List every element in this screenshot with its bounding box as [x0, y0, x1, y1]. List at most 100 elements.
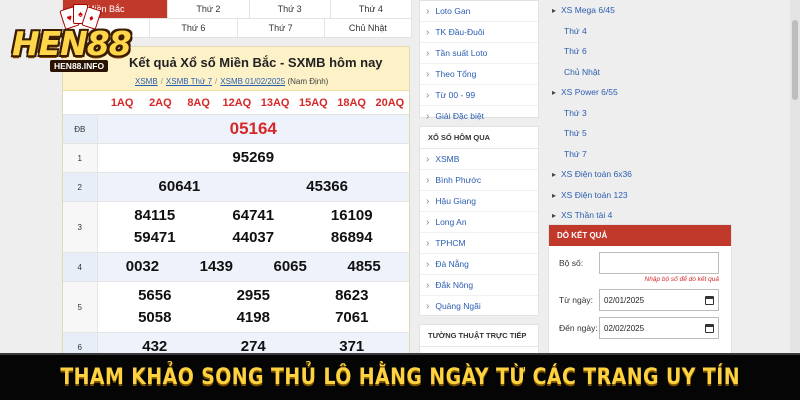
prize-number: 4198 [236, 309, 270, 326]
breadcrumb-region: (Nam Định) [287, 77, 329, 86]
yesterday-link[interactable]: XSMB [420, 149, 538, 170]
prize-label: 4 [63, 252, 98, 282]
breadcrumb-xsmb-date[interactable]: XSMB 01/02/2025 [220, 77, 285, 86]
prize-numbers: 84115 64741 16109 59471 44037 86894 [98, 202, 410, 252]
number-hint: Nhập bộ số để dò kết quả [644, 276, 719, 283]
lottery-day-link[interactable]: Thứ 5 [548, 123, 732, 144]
stats-link[interactable]: Tần suất Loto [420, 43, 538, 64]
yesterday-title: XỔ SỐ HÔM QUA [420, 127, 538, 149]
schedule-day-link[interactable]: Thứ 3 [250, 0, 331, 18]
stats-link[interactable]: Loto Gan [420, 1, 538, 22]
from-date-input[interactable]: 02/01/2025 [599, 289, 719, 311]
results-panel: Kết quả Xổ số Miền Bắc - SXMB hôm nay XS… [62, 46, 410, 391]
lottery-type-link[interactable]: XS Power 6/55 [548, 82, 732, 103]
prize-number: 16109 [330, 207, 373, 224]
schedule-day-link[interactable]: Thứ 2 [168, 0, 250, 18]
schedule-day-link[interactable]: Thứ 4 [331, 0, 412, 18]
site-logo[interactable]: ♥ ♠ ♦ HEN88 HEN88.INFO [2, 0, 132, 78]
prize-label: 2 [63, 172, 98, 202]
from-date-value: 02/01/2025 [604, 295, 645, 305]
ticket-code: 15AQ [299, 96, 328, 109]
prize-row: 4 0032 1439 6065 4855 [63, 252, 409, 282]
prize-row: ĐB 05164 [63, 115, 409, 144]
stats-link[interactable]: Giải Đặc biệt [420, 106, 538, 127]
prize-label: 1 [63, 143, 98, 173]
ticket-code: 8AQ [187, 96, 210, 109]
lottery-type-link[interactable]: XS Thần tài 4 [548, 205, 732, 226]
prize-number: 5058 [138, 309, 172, 326]
lottery-day-link[interactable]: Thứ 6 [548, 41, 732, 62]
yesterday-box: XỔ SỐ HÔM QUA XSMBBình PhướcHậu GiangLon… [419, 126, 539, 317]
middle-sidebar: Loto GanTK Đầu-ĐuôiTần suất LotoTheo Tổn… [419, 0, 539, 364]
banner-headline: THAM KHẢO SONG THỦ LÔ HẰNG NGÀY TỪ CÁC T… [60, 365, 740, 390]
live-title[interactable]: TƯỜNG THUẬT TRỰC TIẾP [420, 325, 538, 347]
prize-numbers: 5656 2955 8623 5058 4198 7061 [98, 282, 410, 332]
prize-numbers: 05164 [98, 115, 410, 143]
ticket-codes-row: 1AQ 2AQ 8AQ 12AQ 13AQ 15AQ 18AQ 20AQ [63, 91, 409, 115]
yesterday-link[interactable]: Long An [420, 212, 538, 233]
calendar-icon[interactable] [705, 295, 714, 305]
prize-numbers-cell: 60641 45366 [97, 172, 410, 202]
stats-link[interactable]: TK Đầu-Đuôi [420, 22, 538, 43]
prize-number: 86894 [330, 229, 373, 246]
prize-number: 45366 [306, 178, 348, 195]
schedule-day-link[interactable]: Thứ 7 [238, 19, 325, 37]
prize-numbers-cell: 84115 64741 16109 59471 44037 86894 [97, 201, 410, 253]
prize-label: ĐB [63, 115, 98, 144]
prize-number: 8623 [335, 287, 369, 304]
breadcrumb-xsmb-thu-7[interactable]: XSMB Thứ 7 [166, 77, 212, 86]
lottery-type-link[interactable]: XS Mega 6/45 [548, 0, 732, 21]
yesterday-link[interactable]: Quảng Ngãi [420, 296, 538, 317]
prize-row: 5 5656 2955 8623 5058 4198 7061 [63, 281, 410, 333]
breadcrumb-separator: / [160, 77, 163, 86]
yesterday-link[interactable]: Bình Phước [420, 170, 538, 191]
schedule-day-link[interactable]: Chủ Nhật [325, 19, 412, 37]
prize-number: 6065 [273, 258, 307, 275]
prize-number: 5656 [138, 287, 172, 304]
lottery-day-link[interactable]: Chủ Nhật [548, 62, 732, 83]
page-scrollbar[interactable] [790, 0, 800, 352]
stats-link[interactable]: Từ 00 - 99 [420, 85, 538, 106]
check-results-box: DÒ KẾT QUẢ Bộ số: Nhập bộ số để dò kết q… [548, 224, 732, 364]
lottery-type-link[interactable]: XS Điện toán 123 [548, 185, 732, 206]
lottery-day-link[interactable]: Thứ 4 [548, 21, 732, 42]
scrollbar-thumb[interactable] [792, 20, 798, 100]
stats-link[interactable]: Theo Tổng [420, 64, 538, 85]
ticket-code: 2AQ [149, 96, 172, 109]
yesterday-link[interactable]: Đà Nẵng [420, 254, 538, 275]
prize-numbers-cell: 95269 [97, 143, 409, 173]
lottery-day-link[interactable]: Thứ 7 [548, 144, 732, 165]
prize-number: 95269 [232, 149, 275, 166]
prize-label: 5 [63, 281, 98, 333]
prize-number: 4855 [347, 258, 381, 275]
prize-row: 1 95269 [63, 143, 409, 173]
promo-banner: THAM KHẢO SONG THỦ LÔ HẰNG NGÀY TỪ CÁC T… [0, 353, 800, 400]
ticket-code: 20AQ [375, 96, 405, 109]
prize-number: 2955 [236, 287, 270, 304]
ticket-code: 12AQ [222, 96, 252, 109]
number-input[interactable] [599, 252, 719, 274]
lottery-type-link[interactable]: XS Điện toán 6x36 [548, 164, 732, 185]
prize-number: 60641 [158, 178, 201, 195]
schedule-day-link[interactable]: Thứ 6 [150, 19, 238, 37]
calendar-icon[interactable] [705, 323, 714, 333]
yesterday-link[interactable]: TPHCM [420, 233, 538, 254]
prize-number: 64741 [232, 207, 275, 224]
logo-domain: HEN88.INFO [50, 60, 109, 72]
prize-numbers-cell: 05164 [97, 115, 409, 144]
to-date-input[interactable]: 02/02/2025 [599, 317, 719, 339]
number-label: Bộ số: [559, 258, 584, 268]
logo-wordmark: HEN88 [12, 24, 132, 63]
prize-number: 59471 [133, 229, 176, 246]
breadcrumb-xsmb[interactable]: XSMB [135, 77, 158, 86]
yesterday-link[interactable]: Hậu Giang [420, 191, 538, 212]
lottery-day-link[interactable]: Thứ 3 [548, 103, 732, 124]
prize-row: 3 84115 64741 16109 59471 44037 86894 [63, 201, 410, 253]
prize-numbers-cell: 0032 1439 6065 4855 [97, 252, 409, 282]
prize-number: 0032 [125, 258, 160, 275]
special-prize-number: 05164 [229, 119, 277, 138]
yesterday-link[interactable]: Đắk Nông [420, 275, 538, 296]
prize-number: 7061 [335, 309, 369, 326]
prize-row: 2 60641 45366 [63, 172, 410, 202]
prize-numbers: 60641 45366 [98, 173, 410, 201]
